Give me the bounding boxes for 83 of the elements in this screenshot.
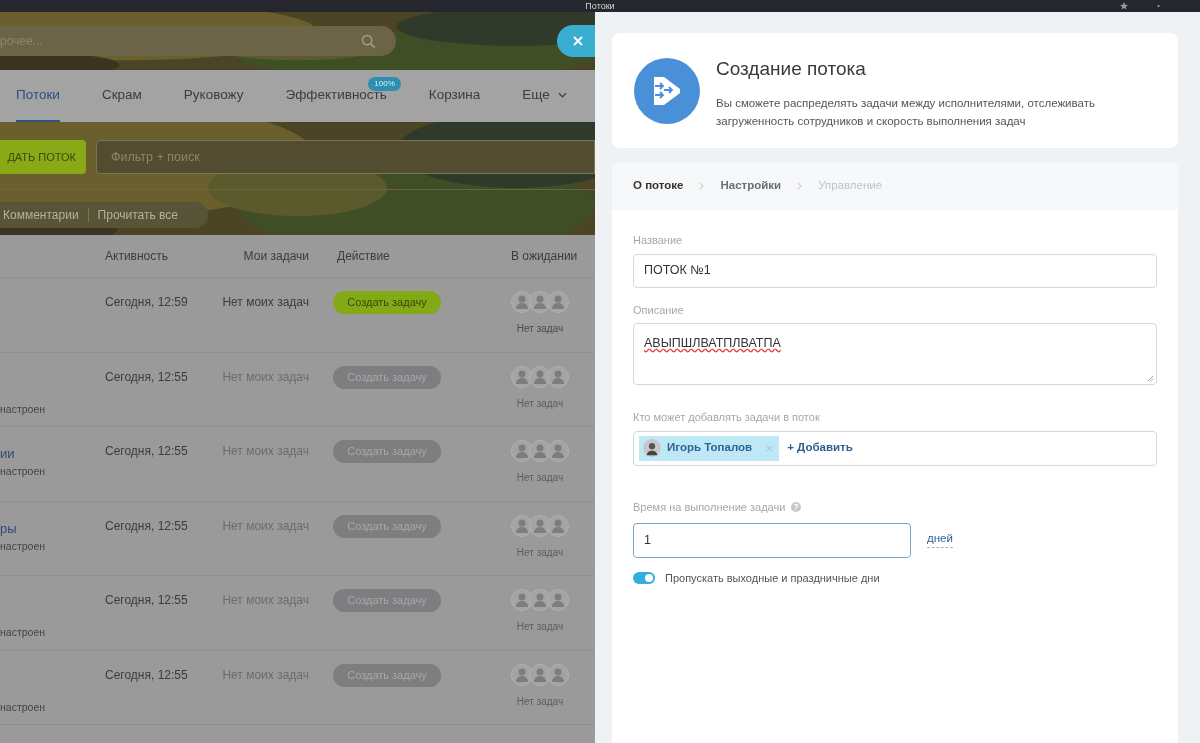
window-title: Потоки (585, 1, 615, 11)
name-field[interactable]: ПОТОК №1 (633, 253, 1157, 288)
column-header: Активность (105, 248, 169, 265)
user-icon (511, 291, 533, 313)
toggle-label: Пропускать выходные и праздничные дни (665, 571, 880, 586)
members-field[interactable]: Игорь Топалов + Добавить (633, 430, 1157, 466)
flow-status: настроен (0, 699, 46, 715)
flow-status: настроен (0, 538, 46, 554)
step-tab[interactable]: Настройки (720, 177, 782, 195)
waiting-cell-text: Нет задач (516, 396, 564, 411)
table-row[interactable]: Сегодня, 12:59 Нет моих задач Создать задачу Нет задач (0, 278, 595, 353)
description-field[interactable]: АВЫПШЛВАТПЛВАТПА (633, 323, 1157, 385)
activity-cell-text: Сегодня, 12:55 (105, 368, 189, 386)
toggle-switch[interactable] (633, 572, 655, 585)
flow-status: настроен (0, 401, 46, 417)
panel-description: Вы сможете распределять задачи между исполнителями, отслеживать загруженность сотрудников и скорость выполнения задач (716, 95, 1096, 129)
chevron-right-icon (797, 182, 803, 190)
filter-field[interactable]: Фильтр + поиск (96, 140, 595, 174)
waiting-cell-text: Нет задач (516, 322, 564, 336)
nav-tab[interactable]: Корзина (428, 70, 481, 122)
duration-field[interactable]: 1 (633, 523, 911, 558)
user-icon (511, 365, 533, 388)
field-label: Описание (633, 302, 685, 318)
field-label: Кто может добавлять задачи в поток (633, 410, 821, 425)
flow-status: настроен (0, 464, 46, 479)
percent-badge: 100% (368, 77, 401, 91)
flow-icon (634, 57, 700, 124)
chevron-down-icon (557, 92, 567, 98)
step-tab[interactable]: О потоке (633, 177, 684, 195)
panel-title: Создание потока (716, 57, 867, 82)
flow-name[interactable]: ии (0, 446, 105, 461)
counter-link[interactable]: Комментарии (3, 206, 79, 224)
user-icon (529, 589, 551, 611)
flow-name[interactable]: ры (0, 520, 105, 536)
column-header: Действие (337, 248, 391, 265)
avatar-icon (643, 439, 661, 457)
close-button[interactable] (557, 25, 595, 57)
waiting-cell-text: Нет задач (516, 694, 564, 709)
user-icon (511, 514, 533, 537)
activity-cell-text: Сегодня, 12:55 (105, 666, 189, 684)
user-icon (547, 365, 569, 388)
nav-tab[interactable]: Скрам (101, 70, 142, 122)
user-icon (511, 589, 533, 611)
activity-cell-text: Сегодня, 12:55 (105, 443, 189, 460)
add-link[interactable]: + Добавить (787, 439, 853, 457)
unit-link[interactable]: дней (927, 529, 953, 549)
user-icon (547, 663, 569, 686)
star-icon (1120, 2, 1128, 10)
user-icon (529, 365, 551, 388)
activity-cell-text: Сегодня, 12:55 (105, 517, 189, 535)
user-icon (547, 589, 569, 611)
user-icon (529, 663, 551, 686)
field-label: Название (633, 233, 684, 248)
help-icon[interactable] (791, 501, 802, 512)
my-tasks-cell-text: Нет моих задач (221, 294, 309, 311)
column-header: Мои задачи (242, 248, 309, 265)
user-icon (547, 514, 569, 537)
user-icon (547, 440, 569, 462)
field-label: Время на выполнение задачи (633, 499, 786, 515)
user-icon (529, 514, 551, 537)
column-header: В ожидании (511, 248, 578, 265)
create-flow-button[interactable]: ДАТЬ ПОТОК (0, 140, 86, 174)
close-icon (573, 36, 583, 46)
activity-cell-text: Сегодня, 12:55 (105, 592, 189, 609)
create-task-button[interactable]: Создать задачу (333, 291, 441, 314)
user-icon (529, 291, 551, 313)
user-icon (511, 663, 533, 686)
waiting-cell-text: Нет задач (516, 471, 564, 485)
user-icon (511, 440, 533, 462)
nav-tab[interactable]: Еще (522, 70, 567, 122)
nav-tab[interactable]: Руковожу (183, 70, 244, 122)
activity-cell-text: Сегодня, 12:59 (105, 294, 189, 311)
search-icon (361, 33, 376, 49)
member-tag[interactable]: Игорь Топалов (639, 435, 780, 461)
remove-icon[interactable] (766, 444, 774, 452)
waiting-cell-text: Нет задач (516, 545, 564, 560)
chevron-right-icon (699, 182, 705, 190)
waiting-cell-text: Нет задач (516, 620, 564, 634)
counter-link[interactable]: Прочитать все (97, 206, 179, 224)
flow-status: настроен (0, 625, 46, 640)
resize-handle-icon[interactable] (1147, 375, 1154, 382)
user-icon (529, 440, 551, 462)
user-icon (547, 291, 569, 313)
